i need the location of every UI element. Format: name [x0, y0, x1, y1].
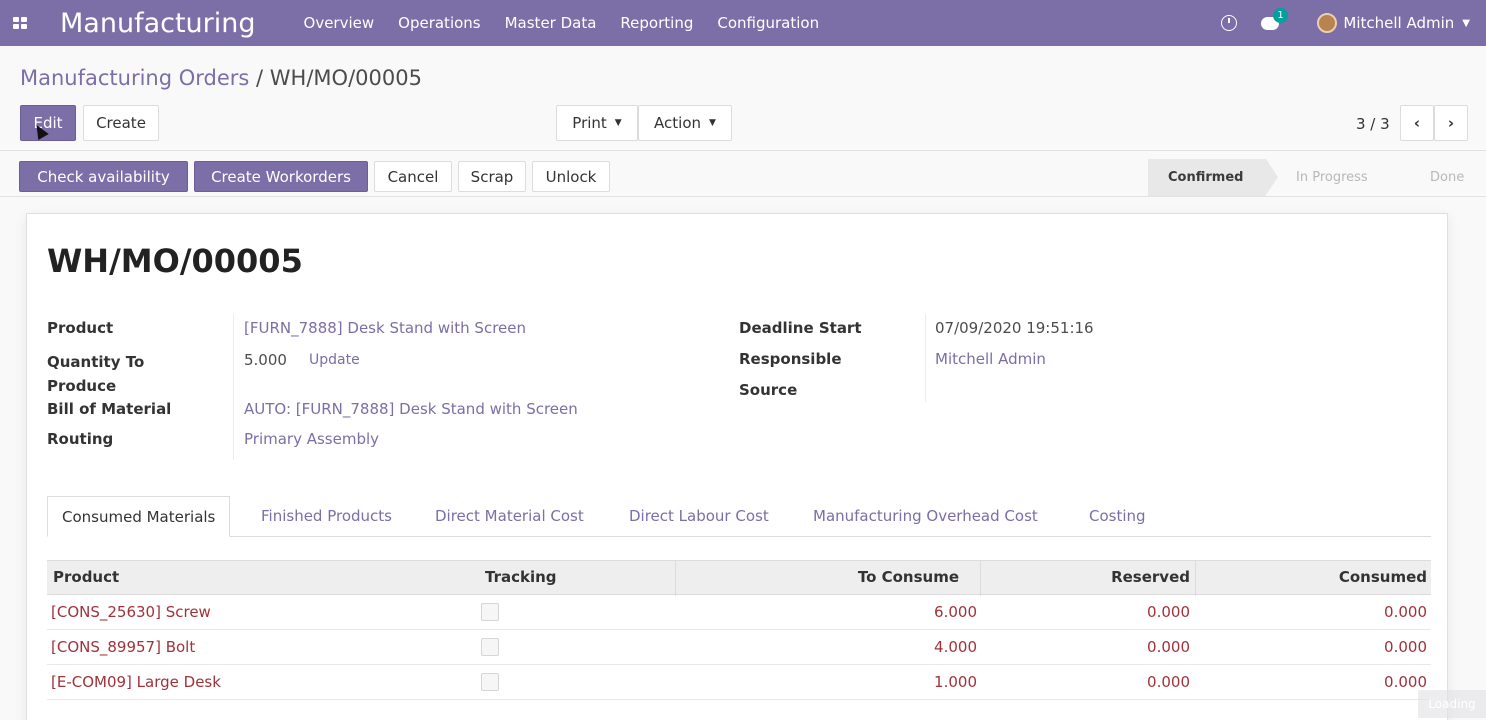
print-label: Print	[572, 114, 607, 132]
action-dropdown[interactable]: Action ▼	[638, 105, 732, 141]
action-label: Action	[654, 114, 702, 132]
tab-direct-material-cost[interactable]: Direct Material Cost	[435, 496, 584, 537]
chevron-right-icon: ›	[1447, 114, 1455, 132]
pager-previous-button[interactable]: ‹	[1400, 105, 1434, 141]
stage-pipeline: Confirmed In Progress Done	[1148, 159, 1486, 196]
menu-configuration[interactable]: Configuration	[717, 14, 819, 32]
unlock-button[interactable]: Unlock	[532, 161, 610, 192]
edit-button[interactable]: Edit	[20, 105, 76, 141]
activity-clock-icon[interactable]	[1221, 15, 1238, 31]
tab-costing[interactable]: Costing	[1089, 496, 1146, 537]
breadcrumb: Manufacturing Orders / WH/MO/00005	[20, 66, 422, 90]
menu-reporting[interactable]: Reporting	[620, 14, 693, 32]
user-menu[interactable]: Mitchell Admin	[1343, 14, 1454, 32]
row-reserved: 0.000	[1147, 673, 1190, 691]
messages-button[interactable]: 1	[1261, 7, 1288, 30]
stage-confirmed: Confirmed	[1148, 159, 1278, 196]
cancel-button[interactable]: Cancel	[374, 161, 452, 192]
pager-next-button[interactable]: ›	[1434, 105, 1468, 141]
quantity-value: 5.000	[244, 351, 287, 369]
column-header-to-consume[interactable]: To Consume	[675, 561, 959, 596]
create-workorders-button[interactable]: Create Workorders	[194, 161, 368, 192]
column-header-reserved[interactable]: Reserved	[980, 561, 1190, 596]
notebook-tabs: Consumed Materials Finished Products Dir…	[47, 496, 1431, 537]
quantity-label: Quantity To Produce	[47, 353, 145, 395]
menu-overview[interactable]: Overview	[304, 14, 375, 32]
row-to-consume: 6.000	[934, 603, 977, 621]
scrap-button[interactable]: Scrap	[458, 161, 526, 192]
caret-down-icon: ▼	[614, 118, 622, 128]
row-product[interactable]: [CONS_25630] Screw	[51, 595, 211, 630]
row-reserved: 0.000	[1147, 603, 1190, 621]
divider	[925, 314, 926, 402]
tab-consumed-materials[interactable]: Consumed Materials	[47, 496, 231, 537]
create-button[interactable]: Create	[83, 105, 159, 141]
row-consumed: 0.000	[1384, 638, 1427, 656]
product-label: Product	[47, 319, 114, 337]
tracking-checkbox	[481, 603, 499, 621]
tab-manufacturing-overhead-cost[interactable]: Manufacturing Overhead Cost	[813, 496, 1038, 537]
column-header-product[interactable]: Product	[53, 561, 119, 596]
chat-count-badge: 1	[1273, 7, 1288, 23]
divider	[233, 314, 234, 460]
status-bar: Check availability Create Workorders Can…	[0, 155, 1486, 197]
form-sheet: WH/MO/00005 Product [FURN_7888] Desk Sta…	[26, 213, 1448, 720]
routing-value[interactable]: Primary Assembly	[244, 430, 379, 448]
table-row[interactable]: [CONS_89957] Bolt 4.000 0.000 0.000	[47, 630, 1431, 665]
tab-direct-labour-cost[interactable]: Direct Labour Cost	[629, 496, 769, 537]
menu-master-data[interactable]: Master Data	[505, 14, 597, 32]
breadcrumb-separator: /	[249, 66, 270, 90]
app-name[interactable]: Manufacturing	[60, 8, 256, 39]
bom-label: Bill of Material	[47, 400, 172, 418]
row-reserved: 0.000	[1147, 638, 1190, 656]
row-to-consume: 1.000	[934, 673, 977, 691]
chevron-down-icon[interactable]: ▼	[1462, 18, 1470, 29]
consumed-materials-table: Product Tracking To Consume Reserved Con…	[47, 560, 1431, 700]
table-row[interactable]: [CONS_25630] Screw 6.000 0.000 0.000	[47, 595, 1431, 630]
stage-done: Done	[1430, 170, 1465, 185]
responsible-label: Responsible	[739, 350, 842, 368]
chevron-left-icon: ‹	[1413, 114, 1421, 132]
column-header-consumed[interactable]: Consumed	[1195, 561, 1427, 596]
row-to-consume: 4.000	[934, 638, 977, 656]
tab-finished-products[interactable]: Finished Products	[261, 496, 392, 537]
table-row[interactable]: [E-COM09] Large Desk 1.000 0.000 0.000	[47, 665, 1431, 700]
tracking-checkbox	[481, 673, 499, 691]
caret-down-icon: ▼	[709, 118, 716, 128]
row-consumed: 0.000	[1384, 673, 1427, 691]
deadline-value: 07/09/2020 19:51:16	[935, 319, 1094, 337]
divider	[0, 150, 1486, 151]
avatar[interactable]	[1317, 13, 1338, 33]
stage-in-progress: In Progress	[1296, 170, 1368, 185]
menu-operations[interactable]: Operations	[398, 14, 480, 32]
loading-indicator: Loading	[1418, 690, 1486, 718]
check-availability-button[interactable]: Check availability	[19, 161, 188, 192]
row-product[interactable]: [E-COM09] Large Desk	[51, 665, 221, 700]
responsible-value[interactable]: Mitchell Admin	[935, 350, 1046, 368]
column-header-tracking[interactable]: Tracking	[485, 561, 557, 596]
deadline-label: Deadline Start	[739, 319, 862, 337]
record-title: WH/MO/00005	[47, 242, 303, 280]
pager-value[interactable]: 3 / 3	[1356, 115, 1390, 133]
print-dropdown[interactable]: Print ▼	[556, 105, 638, 141]
update-quantity-button[interactable]: Update	[309, 352, 360, 368]
row-product[interactable]: [CONS_89957] Bolt	[51, 630, 195, 665]
tracking-checkbox	[481, 638, 499, 656]
source-label: Source	[739, 381, 798, 399]
breadcrumb-parent[interactable]: Manufacturing Orders	[20, 66, 249, 90]
row-consumed: 0.000	[1384, 603, 1427, 621]
product-value[interactable]: [FURN_7888] Desk Stand with Screen	[244, 319, 526, 337]
breadcrumb-current: WH/MO/00005	[269, 66, 422, 90]
bom-value[interactable]: AUTO: [FURN_7888] Desk Stand with Screen	[244, 400, 578, 418]
top-navbar: Manufacturing Overview Operations Master…	[0, 0, 1486, 46]
apps-menu-icon[interactable]	[0, 0, 40, 46]
routing-label: Routing	[47, 430, 114, 448]
table-header: Product Tracking To Consume Reserved Con…	[47, 560, 1431, 596]
